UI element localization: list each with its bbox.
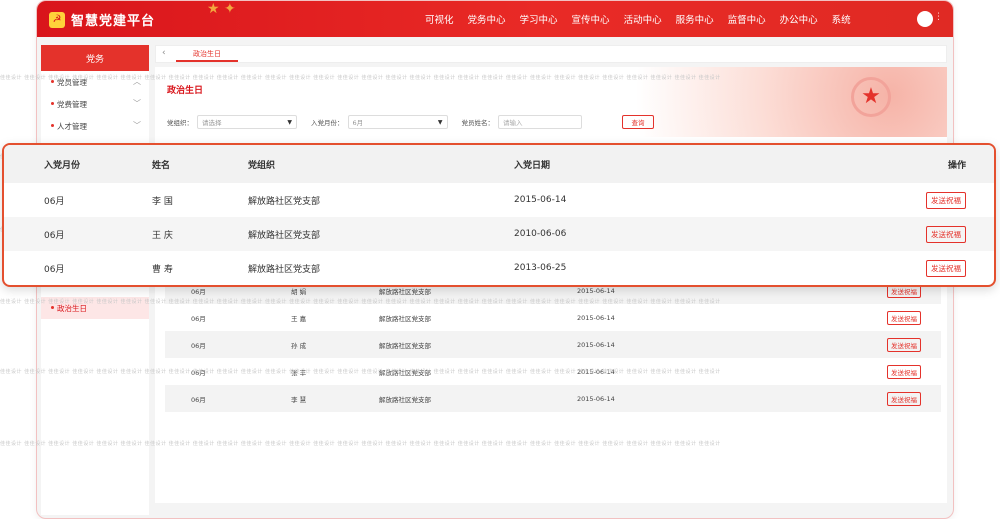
tab-bar: ‹ 政治生日 [155, 45, 947, 63]
nav-publicity[interactable]: 宣传中心 [572, 12, 610, 26]
cell-month: 06月 [44, 264, 65, 275]
avatar[interactable] [917, 11, 933, 27]
back-icon[interactable]: ‹ [162, 48, 166, 58]
page-title: 政治生日 [167, 86, 204, 96]
caret-down-icon: ▼ [287, 118, 292, 126]
cell-name: 王 嘉 [291, 314, 307, 323]
sidebar-item-label: 党费管理 [57, 99, 87, 109]
cell-name: 胡 娟 [291, 287, 307, 296]
sidebar-item-dues-management[interactable]: 党费管理 ﹀ [41, 93, 149, 115]
cell-date: 2015-06-14 [577, 340, 615, 349]
cell-org: 解放路社区党支部 [248, 196, 321, 207]
col-header-name: 姓名 [152, 160, 171, 171]
cell-org: 解放路社区党支部 [379, 395, 431, 404]
zoomed-table-card: 入党月份 姓名 党组织 入党日期 操作 06月 李 国 解放路社区党支部 201… [2, 143, 996, 287]
tab-political-birthday[interactable]: 政治生日 [176, 48, 238, 62]
cell-month: 06月 [191, 395, 206, 404]
table-row: 06月 王 嘉 解放路社区党支部 2015-06-14 发送祝福 [165, 304, 941, 331]
watermark: 佳佳设计 佳佳设计 佳佳设计 佳佳设计 佳佳设计 佳佳设计 佳佳设计 佳佳设计 … [0, 441, 721, 447]
col-header-action: 操作 [947, 160, 966, 171]
col-header-date: 入党日期 [514, 160, 551, 171]
caret-down-icon: ▼ [437, 118, 443, 126]
name-filter-label: 党员姓名： [461, 119, 495, 127]
month-select-value: 6月 [352, 119, 364, 127]
org-filter-label: 党组织： [167, 119, 193, 127]
bullet-icon [51, 124, 54, 127]
send-greeting-button[interactable]: 发送祝福 [926, 225, 966, 243]
send-greeting-button[interactable]: 发送祝福 [887, 337, 921, 352]
cell-date: 2015-06-14 [577, 313, 615, 322]
query-button[interactable]: 查询 [622, 115, 654, 129]
nav-party-affairs[interactable]: 党务中心 [468, 12, 506, 26]
month-filter-label: 入党月份： [311, 119, 344, 127]
table-row: 06月 王 庆 解放路社区党支部 2010-06-06 发送祝福 [4, 217, 994, 251]
month-select[interactable]: 6月 ▼ [347, 115, 448, 129]
top-nav: 可视化 党务中心 学习中心 宣传中心 活动中心 服务中心 监督中心 办公中心 系… [425, 12, 851, 26]
cell-name: 曹 寿 [152, 264, 173, 275]
cell-month: 06月 [191, 287, 206, 296]
cell-org: 解放路社区党支部 [379, 341, 431, 350]
cell-org: 解放路社区党支部 [248, 230, 321, 241]
more-icon[interactable]: ⋮ [934, 12, 943, 22]
name-input[interactable]: 请输入 [498, 115, 582, 129]
nav-services[interactable]: 服务中心 [676, 12, 714, 26]
cell-date: 2015-06-14 [514, 195, 567, 205]
sidebar-item-label: 人才管理 [57, 121, 87, 131]
name-input-placeholder: 请输入 [503, 119, 523, 127]
col-header-month: 入党月份 [44, 160, 81, 171]
chevron-down-icon: ﹀ [133, 99, 141, 108]
cell-date: 2010-06-06 [514, 229, 567, 239]
filter-bar: 党组织： 请选择 ▼ 入党月份： 6月 ▼ 党员姓名： 请输入 查询 [167, 115, 654, 129]
watermark: 佳佳设计 佳佳设计 佳佳设计 佳佳设计 佳佳设计 佳佳设计 佳佳设计 佳佳设计 … [0, 75, 721, 81]
nav-supervision[interactable]: 监督中心 [728, 12, 766, 26]
cell-date: 2015-06-14 [577, 286, 615, 295]
nav-activities[interactable]: 活动中心 [624, 12, 662, 26]
cell-name: 孙 成 [291, 341, 307, 350]
watermark: 佳佳设计 佳佳设计 佳佳设计 佳佳设计 佳佳设计 佳佳设计 佳佳设计 佳佳设计 … [0, 299, 721, 305]
cell-month: 06月 [191, 341, 206, 350]
chevron-down-icon: ﹀ [133, 121, 141, 130]
nav-learning[interactable]: 学习中心 [520, 12, 558, 26]
table-row: 06月 李 国 解放路社区党支部 2015-06-14 发送祝福 [4, 183, 994, 217]
nav-visualization[interactable]: 可视化 [425, 12, 454, 26]
cell-month: 06月 [44, 196, 65, 207]
sidebar-title: 党务 [41, 45, 149, 71]
watermark: 佳佳设计 佳佳设计 佳佳设计 佳佳设计 佳佳设计 佳佳设计 佳佳设计 佳佳设计 … [0, 369, 721, 375]
top-bar: ★ ✦ ☭ 智慧党建平台 可视化 党务中心 学习中心 宣传中心 活动中心 服务中… [37, 1, 953, 37]
cell-name: 王 庆 [152, 230, 173, 241]
table-header: 入党月份 姓名 党组织 入党日期 操作 [4, 145, 994, 183]
stage: ★ ✦ ☭ 智慧党建平台 可视化 党务中心 学习中心 宣传中心 活动中心 服务中… [0, 0, 1000, 519]
cell-date: 2015-06-14 [577, 394, 615, 403]
cell-month: 06月 [191, 314, 206, 323]
cell-org: 解放路社区党支部 [248, 264, 321, 275]
cell-month: 06月 [44, 230, 65, 241]
table-row: 06月 孙 成 解放路社区党支部 2015-06-14 发送祝福 [165, 331, 941, 358]
bullet-icon [51, 102, 54, 105]
cell-org: 解放路社区党支部 [379, 314, 431, 323]
nav-office[interactable]: 办公中心 [780, 12, 818, 26]
star-emblem-icon: ★ [851, 77, 891, 117]
col-header-org: 党组织 [248, 160, 276, 171]
send-greeting-button[interactable]: 发送祝福 [926, 191, 966, 209]
cell-org: 解放路社区党支部 [379, 287, 431, 296]
send-greeting-button[interactable]: 发送祝福 [926, 259, 966, 277]
nav-system[interactable]: 系统 [832, 12, 851, 26]
party-emblem-icon: ☭ [49, 11, 65, 28]
send-greeting-button[interactable]: 发送祝福 [887, 391, 921, 406]
brand-name: 智慧党建平台 [71, 14, 156, 29]
brand[interactable]: ☭ 智慧党建平台 [49, 10, 155, 29]
decorative-stars-icon: ★ ✦ [207, 1, 236, 17]
org-select[interactable]: 请选择 ▼ [197, 115, 297, 129]
table-row: 06月 李 慧 解放路社区党支部 2015-06-14 发送祝福 [165, 385, 941, 412]
table-row: 06月 曹 寿 解放路社区党支部 2013-06-25 发送祝福 [4, 251, 994, 285]
org-select-placeholder: 请选择 [202, 119, 222, 127]
send-greeting-button[interactable]: 发送祝福 [887, 310, 921, 325]
cell-name: 李 国 [152, 196, 173, 207]
bullet-icon [51, 306, 54, 309]
sidebar-item-talent-management[interactable]: 人才管理 ﹀ [41, 115, 149, 137]
cell-date: 2013-06-25 [514, 263, 567, 273]
cell-name: 李 慧 [291, 395, 307, 404]
